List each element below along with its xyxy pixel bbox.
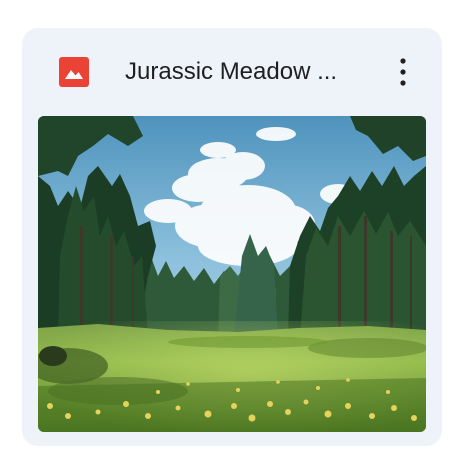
file-card[interactable]: Jurassic Meadow ... [22, 28, 442, 446]
file-title[interactable]: Jurassic Meadow ... [125, 56, 375, 88]
more-vert-icon[interactable] [386, 52, 420, 92]
meadow-forest-image [38, 116, 426, 432]
image-file-icon [59, 57, 89, 87]
file-card-header: Jurassic Meadow ... [22, 28, 442, 116]
image-thumbnail[interactable] [38, 116, 426, 432]
